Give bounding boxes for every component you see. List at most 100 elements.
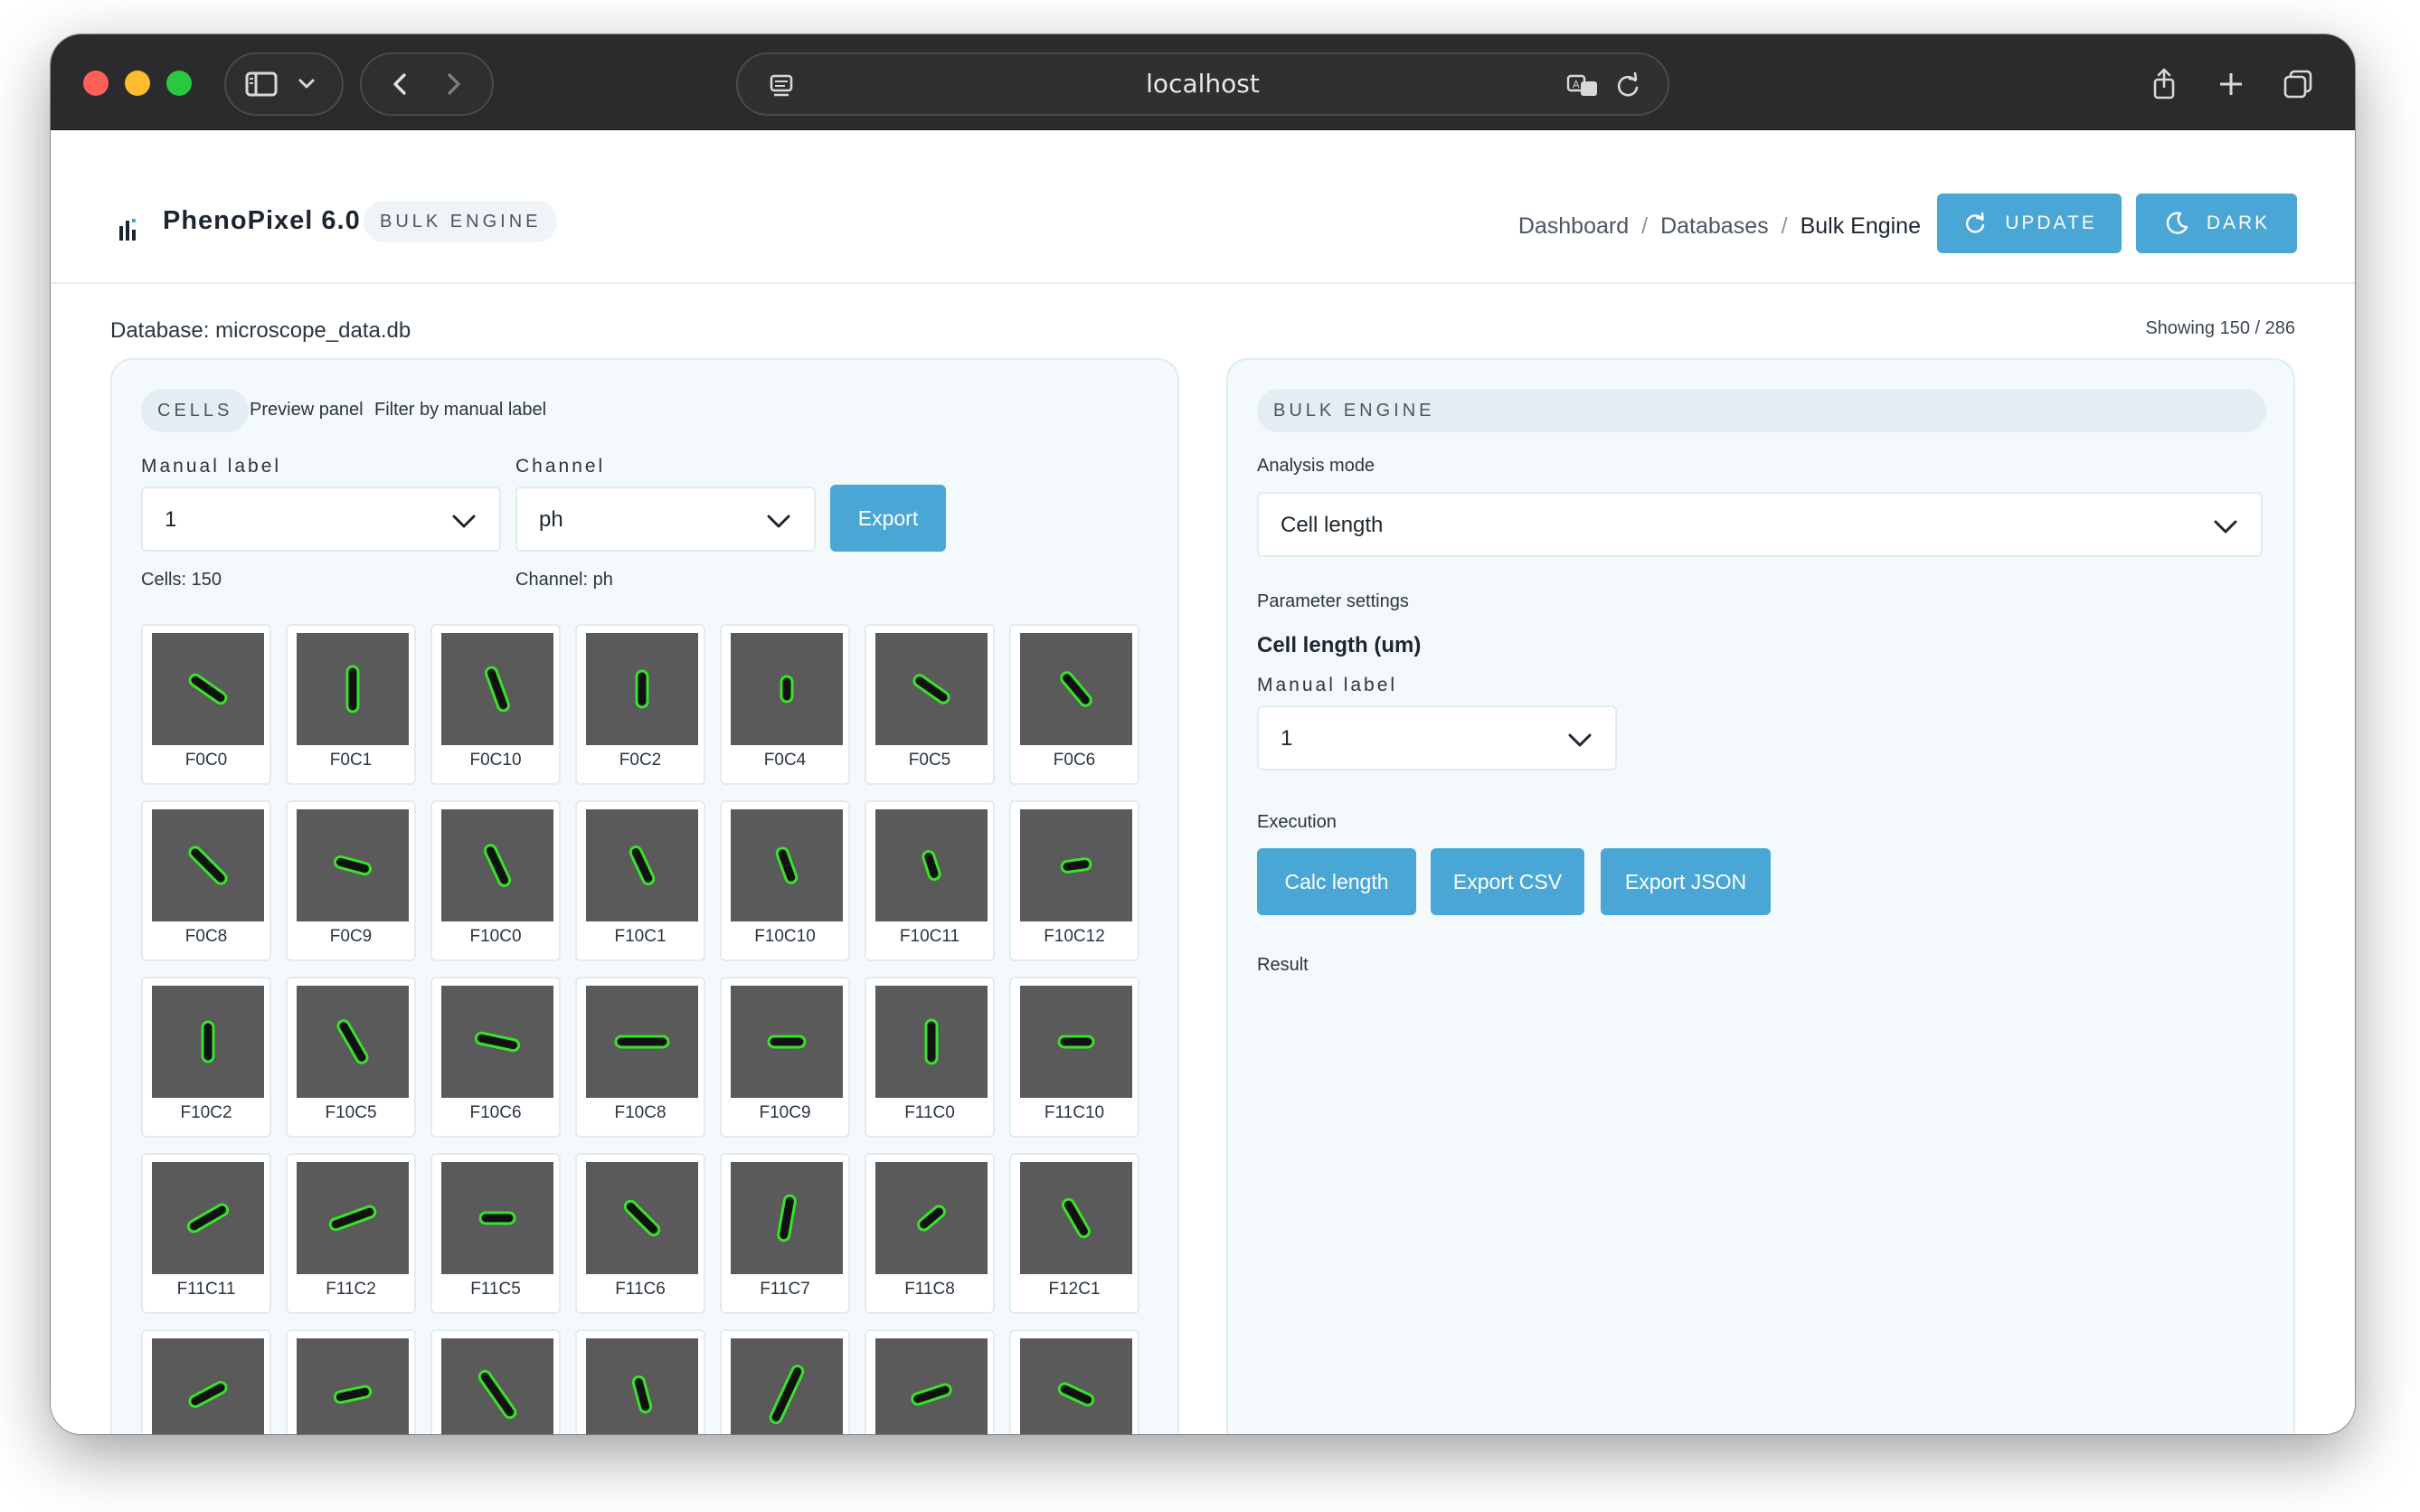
cell-card[interactable]: F11C0 — [865, 977, 995, 1138]
cell-thumbnail — [1020, 986, 1132, 1098]
cell-card[interactable]: F0C2 — [575, 624, 705, 785]
cell-card[interactable]: F10C10 — [720, 800, 850, 961]
cell-card[interactable]: F10C0 — [430, 800, 561, 961]
cell-thumbnail — [441, 986, 553, 1098]
cell-card[interactable]: F11C6 — [575, 1153, 705, 1314]
browser-titlebar: localhost A — [51, 34, 2355, 130]
cell-card[interactable]: F0C4 — [720, 624, 850, 785]
cell-label: F10C11 — [899, 927, 960, 946]
cell-label: F10C9 — [759, 1103, 811, 1122]
cell-card[interactable]: F0C9 — [286, 800, 416, 961]
new-tab-icon[interactable] — [2207, 52, 2255, 116]
cell-thumbnail — [297, 986, 409, 1098]
bulk-engine-tag: BULK ENGINE — [1257, 389, 2266, 432]
breadcrumb-dashboard[interactable]: Dashboard — [1518, 213, 1629, 240]
bulk-engine-panel: BULK ENGINE Analysis mode Cell length Pa… — [1226, 358, 2295, 1434]
cell-thumbnail — [875, 633, 988, 745]
cell-card[interactable]: F10C6 — [430, 977, 561, 1138]
cell-card[interactable]: F11C11 — [141, 1153, 271, 1314]
dark-mode-button[interactable]: DARK — [2136, 194, 2297, 253]
cell-label: F11C8 — [904, 1280, 955, 1299]
brand-title: PhenoPixel 6.0 — [163, 206, 361, 235]
translate-icon[interactable]: A — [1563, 66, 1602, 106]
cell-thumbnail — [1020, 1338, 1132, 1434]
right-manual-label-title: Manual label — [1257, 675, 1398, 695]
cell-card[interactable]: F11C10 — [1009, 977, 1139, 1138]
cell-card[interactable]: F11C8 — [865, 1153, 995, 1314]
cell-card[interactable]: F11C7 — [720, 1153, 850, 1314]
execution-label: Execution — [1257, 812, 1337, 832]
cell-card[interactable]: F0C0 — [141, 624, 271, 785]
calc-length-button[interactable]: Calc length — [1257, 848, 1416, 915]
cell-card[interactable]: F12C7 — [1009, 1329, 1139, 1434]
cell-thumbnail — [297, 633, 409, 745]
cell-card[interactable]: F12C5 — [720, 1329, 850, 1434]
cell-card[interactable]: F11C5 — [430, 1153, 561, 1314]
channel-select[interactable]: ph — [515, 487, 816, 552]
cell-label: F11C5 — [470, 1280, 521, 1299]
cell-card[interactable]: F10C11 — [865, 800, 995, 961]
cell-thumbnail — [731, 1162, 843, 1274]
cell-label: F0C10 — [469, 751, 522, 770]
manual-label-select[interactable]: 1 — [141, 487, 501, 552]
svg-text:A: A — [1573, 79, 1580, 90]
cell-label: F12C1 — [1048, 1280, 1101, 1299]
cell-thumbnail — [875, 1162, 988, 1274]
cell-card[interactable]: F10C2 — [141, 977, 271, 1138]
close-window-button[interactable] — [83, 71, 109, 96]
cell-card[interactable]: F10C8 — [575, 977, 705, 1138]
right-manual-label-select[interactable]: 1 — [1257, 705, 1617, 770]
export-button[interactable]: Export — [830, 485, 946, 552]
chevron-down-icon[interactable] — [287, 64, 326, 104]
cell-label: F10C0 — [469, 927, 522, 946]
tabs-icon[interactable] — [2273, 52, 2322, 116]
zoom-window-button[interactable] — [166, 71, 192, 96]
export-csv-button[interactable]: Export CSV — [1431, 848, 1584, 915]
cell-card[interactable]: F10C1 — [575, 800, 705, 961]
export-json-button[interactable]: Export JSON — [1601, 848, 1771, 915]
cell-card[interactable]: F0C1 — [286, 624, 416, 785]
cell-thumbnail — [441, 633, 553, 745]
update-button[interactable]: UPDATE — [1937, 194, 2122, 253]
forward-arrow-icon[interactable] — [433, 64, 473, 104]
chevron-down-icon — [452, 515, 476, 528]
sidebar-toggle-group — [224, 52, 344, 116]
cells-panel: CELLS Preview panel Filter by manual lab… — [110, 358, 1179, 1434]
cell-thumbnail — [875, 809, 988, 921]
cell-thumbnail — [297, 809, 409, 921]
analysis-mode-select[interactable]: Cell length — [1257, 492, 2263, 557]
cell-label: F10C2 — [180, 1103, 232, 1122]
cell-card[interactable]: F11C2 — [286, 1153, 416, 1314]
reload-icon[interactable] — [1608, 66, 1648, 106]
back-arrow-icon[interactable] — [381, 64, 421, 104]
analysis-mode-value: Cell length — [1281, 513, 1384, 537]
share-icon[interactable] — [2140, 52, 2188, 116]
cell-card[interactable]: F10C5 — [286, 977, 416, 1138]
showing-count: Showing 150 / 286 — [2145, 318, 2295, 338]
cell-card[interactable]: F0C8 — [141, 800, 271, 961]
cells-count: Cells: 150 — [141, 570, 222, 590]
cell-card[interactable]: F0C5 — [865, 624, 995, 785]
cell-card[interactable]: F12C11 — [141, 1329, 271, 1434]
cell-label: F0C2 — [619, 751, 662, 770]
cell-thumbnail — [152, 986, 264, 1098]
cell-card[interactable]: F12C6 — [865, 1329, 995, 1434]
cell-label: F0C5 — [908, 751, 951, 770]
address-bar[interactable]: localhost A — [736, 52, 1669, 116]
sidebar-icon[interactable] — [241, 64, 281, 104]
breadcrumb-databases[interactable]: Databases — [1660, 213, 1769, 240]
minimize-window-button[interactable] — [125, 71, 150, 96]
cell-card[interactable]: F12C1 — [1009, 1153, 1139, 1314]
channel-title: Channel — [515, 456, 606, 477]
cell-card[interactable]: F10C9 — [720, 977, 850, 1138]
browser-window: localhost A PhenoPixel 6.0 BULK ENGINE D… — [51, 34, 2355, 1434]
cell-label: F0C1 — [329, 751, 373, 770]
cell-thumbnail — [1020, 633, 1132, 745]
cell-card[interactable]: F12C12 — [286, 1329, 416, 1434]
dark-mode-button-label: DARK — [2206, 213, 2271, 233]
cell-card[interactable]: F12C4 — [575, 1329, 705, 1434]
cell-card[interactable]: F0C10 — [430, 624, 561, 785]
cell-card[interactable]: F12C3 — [430, 1329, 561, 1434]
cell-card[interactable]: F0C6 — [1009, 624, 1139, 785]
cell-card[interactable]: F10C12 — [1009, 800, 1139, 961]
